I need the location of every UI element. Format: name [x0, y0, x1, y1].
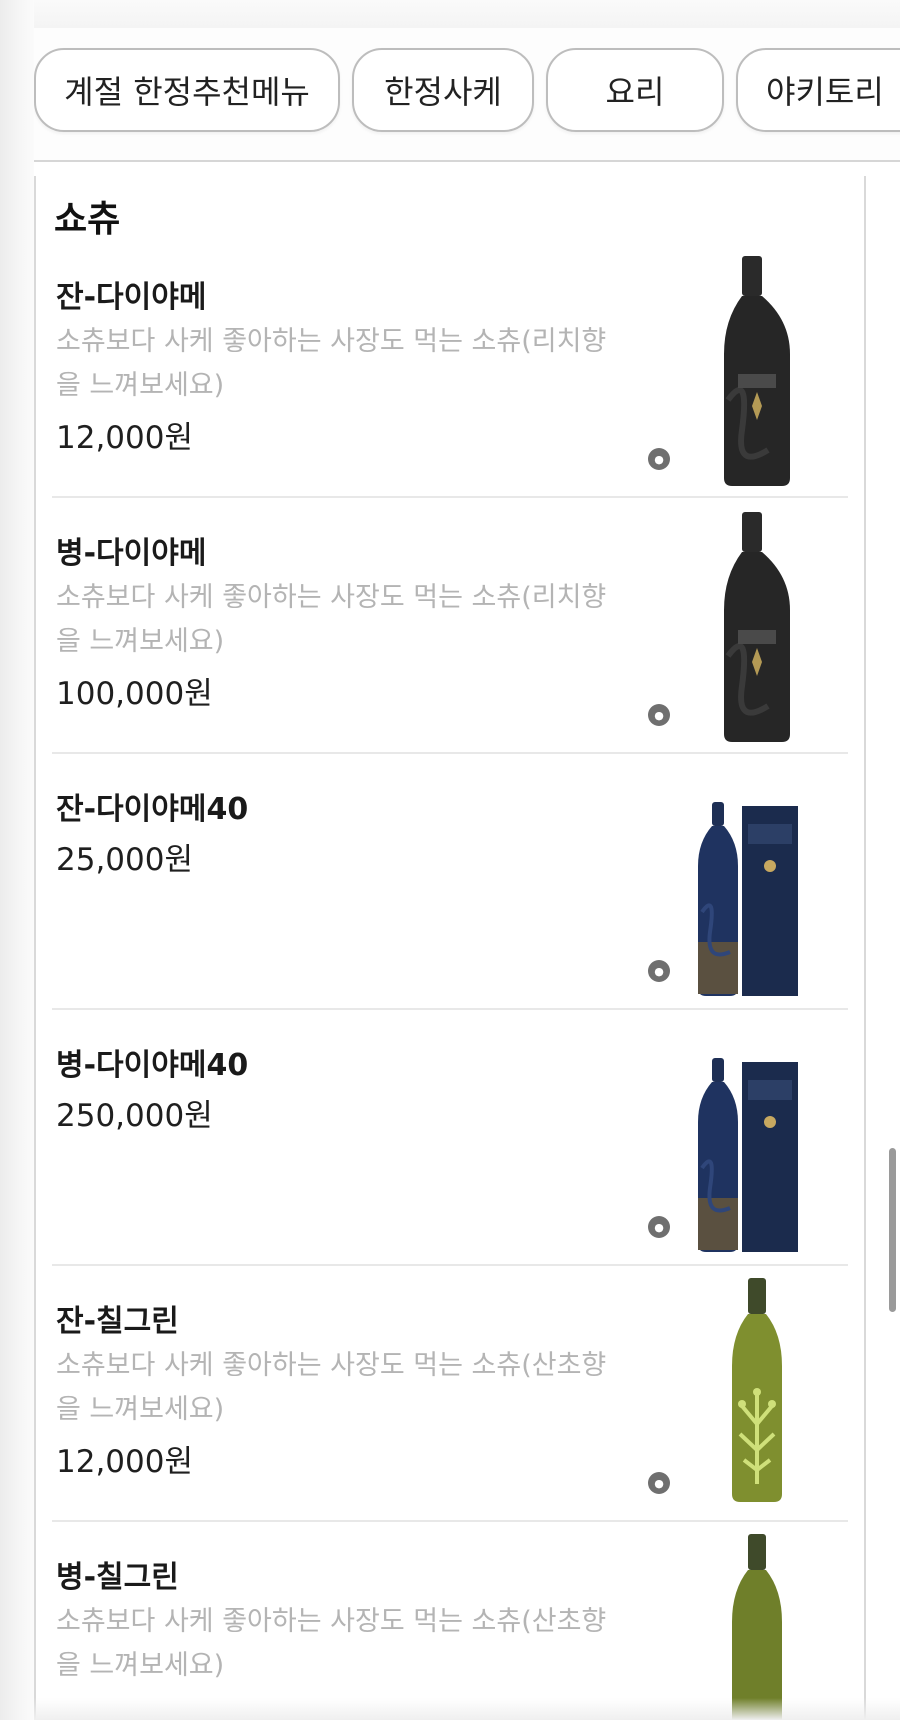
- category-chip-yakitori[interactable]: 야키토리: [736, 48, 900, 132]
- menu-list-panel: 쇼츄 잔-다이야메 소츄보다 사케 좋아하는 사장도 먹는 소츄(리치향을 느껴…: [34, 176, 866, 1720]
- info-badge-icon: ●: [648, 960, 670, 982]
- menu-item[interactable]: 병-칠그린 소츄보다 사케 좋아하는 사장도 먹는 소츄(산초향을 느껴보세요): [52, 1522, 848, 1720]
- item-name: 잔-다이야메: [56, 280, 207, 315]
- category-chip-food[interactable]: 요리: [546, 48, 724, 132]
- top-strip: [34, 0, 900, 28]
- item-price: 12,000원: [56, 420, 193, 456]
- info-badge-icon: ●: [648, 1216, 670, 1238]
- menu-item[interactable]: 잔-칠그린 소츄보다 사케 좋아하는 사장도 먹는 소츄(산초향을 느껴보세요)…: [52, 1266, 848, 1522]
- item-description: 소츄보다 사케 좋아하는 사장도 먹는 소츄(리치향을 느껴보세요): [56, 582, 607, 657]
- item-badges: ●: [648, 448, 670, 470]
- menu-item[interactable]: 병-다이야메 소츄보다 사케 좋아하는 사장도 먹는 소츄(리치향을 느껴보세요…: [52, 498, 848, 754]
- section-title: 쇼츄: [54, 199, 121, 240]
- item-description: 소츄보다 사케 좋아하는 사장도 먹는 소츄(리치향을 느껴보세요): [56, 326, 607, 401]
- menu-item[interactable]: 잔-다이야메40 25,000원 ●: [52, 754, 848, 1010]
- item-name: 잔-다이야메40: [56, 792, 249, 827]
- item-badges: ●: [648, 1216, 670, 1238]
- info-badge-icon: ●: [648, 704, 670, 726]
- navy-bottle-box-image: [672, 762, 842, 1002]
- menu-item[interactable]: 병-다이야메40 250,000원 ●: [52, 1010, 848, 1266]
- green-bottle-image: [672, 1274, 842, 1514]
- item-price: 25,000원: [56, 842, 193, 878]
- category-chip-seasonal[interactable]: 계절 한정추천메뉴: [34, 48, 340, 132]
- category-chip-limited-sake[interactable]: 한정사케: [352, 48, 534, 132]
- menu-item[interactable]: 잔-다이야메 소츄보다 사케 좋아하는 사장도 먹는 소츄(리치향을 느껴보세요…: [52, 242, 848, 498]
- item-description: 소츄보다 사케 좋아하는 사장도 먹는 소츄(산초향을 느껴보세요): [56, 1350, 607, 1425]
- item-price: 100,000원: [56, 676, 213, 712]
- item-badges: ●: [648, 960, 670, 982]
- item-name: 병-칠그린: [56, 1560, 179, 1595]
- green-bottle-image: [672, 1530, 842, 1720]
- scrollbar-thumb[interactable]: [889, 1148, 896, 1312]
- item-price: 12,000원: [56, 1444, 193, 1480]
- item-price: 250,000원: [56, 1098, 213, 1134]
- item-name: 잔-칠그린: [56, 1304, 179, 1339]
- info-badge-icon: ●: [648, 1472, 670, 1494]
- item-description: 소츄보다 사케 좋아하는 사장도 먹는 소츄(산초향을 느껴보세요): [56, 1606, 607, 1681]
- menu-page: 계절 한정추천메뉴 한정사케 요리 야키토리 쇼츄 잔-다이야메 소츄보다 사케…: [0, 0, 900, 1720]
- item-name: 병-다이야메40: [56, 1048, 249, 1083]
- dark-bottle-image: [672, 506, 842, 746]
- navy-bottle-box-image: [672, 1018, 842, 1258]
- dark-bottle-image: [672, 250, 842, 490]
- category-tab-bar: 계절 한정추천메뉴 한정사케 요리 야키토리: [34, 28, 900, 162]
- bottom-fade: [34, 1698, 900, 1720]
- item-name: 병-다이야메: [56, 536, 207, 571]
- info-badge-icon: ●: [648, 448, 670, 470]
- item-badges: ●: [648, 704, 670, 726]
- left-edge-shadow: [0, 0, 34, 1720]
